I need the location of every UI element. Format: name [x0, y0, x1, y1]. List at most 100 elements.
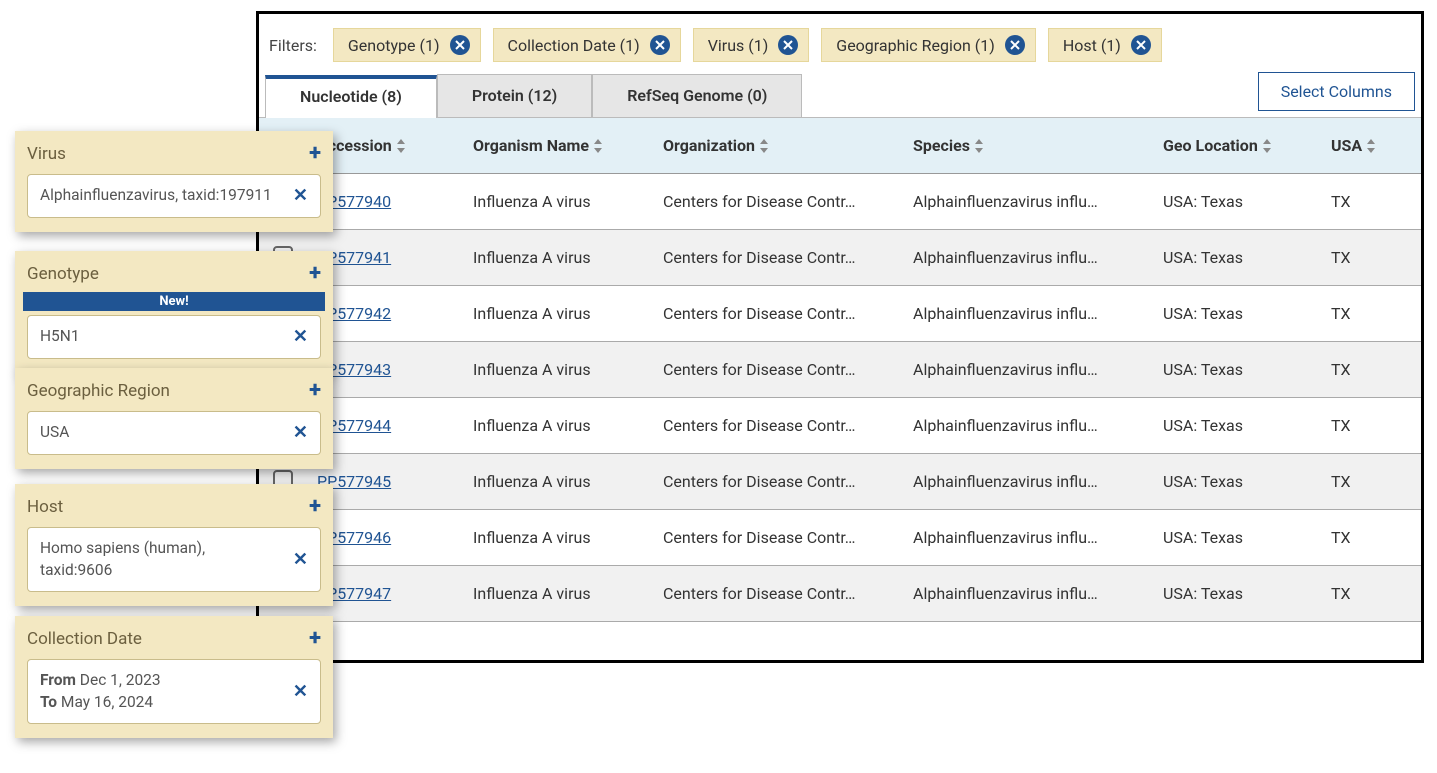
sort-icon	[1366, 136, 1376, 155]
filter-card-geographic-region: Geographic Region + USA ✕	[15, 368, 333, 469]
cell-usa: TX	[1331, 248, 1401, 267]
table-row: PP577943 Influenza A virus Centers for D…	[259, 342, 1421, 398]
filter-chip-host[interactable]: Host (1)	[1048, 28, 1162, 62]
filter-card-title: Virus	[27, 144, 66, 164]
clear-icon[interactable]: ✕	[293, 185, 308, 206]
sort-icon	[396, 136, 406, 155]
cell-geo: USA: Texas	[1163, 416, 1331, 435]
cell-geo: USA: Texas	[1163, 528, 1331, 547]
remove-icon[interactable]	[778, 35, 798, 55]
filter-card-value[interactable]: Alphainfluenzavirus, taxid:197911 ✕	[27, 174, 321, 218]
filter-chip-genotype[interactable]: Genotype (1)	[333, 28, 481, 62]
cell-organization: Centers for Disease Contr…	[663, 472, 913, 491]
cell-organization: Centers for Disease Contr…	[663, 248, 913, 267]
from-label: From	[40, 671, 76, 689]
cell-usa: TX	[1331, 528, 1401, 547]
cell-organization: Centers for Disease Contr…	[663, 192, 913, 211]
filter-card-title: Host	[27, 497, 63, 517]
tab-nucleotide[interactable]: Nucleotide (8)	[265, 75, 437, 118]
plus-icon[interactable]: +	[309, 378, 321, 403]
cell-organism: Influenza A virus	[473, 472, 663, 491]
col-accession[interactable]: Accession	[317, 136, 473, 155]
col-organism-name[interactable]: Organism Name	[473, 136, 663, 155]
cell-species: Alphainfluenzavirus influ…	[913, 528, 1163, 547]
sort-icon	[974, 136, 984, 155]
cell-organism: Influenza A virus	[473, 192, 663, 211]
tabs-row: Nucleotide (8) Protein (12) RefSeq Genom…	[259, 74, 1421, 118]
tab-protein[interactable]: Protein (12)	[437, 74, 592, 117]
cell-organism: Influenza A virus	[473, 304, 663, 323]
col-geo-location[interactable]: Geo Location	[1163, 136, 1331, 155]
remove-icon[interactable]	[450, 35, 470, 55]
table-row: PP577946 Influenza A virus Centers for D…	[259, 510, 1421, 566]
cell-organization: Centers for Disease Contr…	[663, 584, 913, 603]
filter-card-value[interactable]: USA ✕	[27, 411, 321, 455]
cell-species: Alphainfluenzavirus influ…	[913, 248, 1163, 267]
cell-usa: TX	[1331, 584, 1401, 603]
cell-organism: Influenza A virus	[473, 416, 663, 435]
cell-organism: Influenza A virus	[473, 584, 663, 603]
col-usa[interactable]: USA	[1331, 136, 1401, 155]
cell-geo: USA: Texas	[1163, 304, 1331, 323]
cell-geo: USA: Texas	[1163, 472, 1331, 491]
table-row: PP577944 Influenza A virus Centers for D…	[259, 398, 1421, 454]
cell-species: Alphainfluenzavirus influ…	[913, 472, 1163, 491]
cell-species: Alphainfluenzavirus influ…	[913, 416, 1163, 435]
cell-usa: TX	[1331, 416, 1401, 435]
cell-species: Alphainfluenzavirus influ…	[913, 304, 1163, 323]
filter-card-collection-date: Collection Date + From Dec 1, 2023 To Ma…	[15, 616, 333, 738]
filter-chip-label: Collection Date (1)	[508, 36, 640, 55]
cell-geo: USA: Texas	[1163, 584, 1331, 603]
cell-species: Alphainfluenzavirus influ…	[913, 192, 1163, 211]
select-columns-button[interactable]: Select Columns	[1258, 72, 1415, 111]
cell-usa: TX	[1331, 192, 1401, 211]
filter-chip-label: Geographic Region (1)	[836, 36, 995, 55]
cell-organization: Centers for Disease Contr…	[663, 416, 913, 435]
remove-icon[interactable]	[1131, 35, 1151, 55]
cell-geo: USA: Texas	[1163, 192, 1331, 211]
results-table: Accession Organism Name Organization Spe…	[259, 118, 1421, 622]
filters-row: Filters: Genotype (1) Collection Date (1…	[259, 14, 1421, 74]
filter-card-value[interactable]: From Dec 1, 2023 To May 16, 2024 ✕	[27, 659, 321, 724]
cell-organization: Centers for Disease Contr…	[663, 304, 913, 323]
clear-icon[interactable]: ✕	[293, 422, 308, 443]
col-species[interactable]: Species	[913, 136, 1163, 155]
filter-card-virus: Virus + Alphainfluenzavirus, taxid:19791…	[15, 131, 333, 232]
filter-chip-collection-date[interactable]: Collection Date (1)	[493, 28, 681, 62]
cell-organism: Influenza A virus	[473, 360, 663, 379]
plus-icon[interactable]: +	[309, 261, 321, 286]
cell-organism: Influenza A virus	[473, 248, 663, 267]
sort-icon	[593, 136, 603, 155]
clear-icon[interactable]: ✕	[293, 681, 308, 702]
cell-species: Alphainfluenzavirus influ…	[913, 360, 1163, 379]
plus-icon[interactable]: +	[309, 141, 321, 166]
cell-organization: Centers for Disease Contr…	[663, 528, 913, 547]
remove-icon[interactable]	[650, 35, 670, 55]
sort-icon	[1262, 136, 1272, 155]
filters-label: Filters:	[269, 36, 317, 55]
filter-card-value[interactable]: H5N1 ✕	[27, 315, 321, 359]
filter-card-value[interactable]: Homo sapiens (human), taxid:9606 ✕	[27, 527, 321, 592]
tab-refseq-genome[interactable]: RefSeq Genome (0)	[592, 74, 802, 117]
clear-icon[interactable]: ✕	[293, 326, 308, 347]
table-header: Accession Organism Name Organization Spe…	[259, 118, 1421, 174]
main-frame: Filters: Genotype (1) Collection Date (1…	[256, 11, 1424, 663]
cell-species: Alphainfluenzavirus influ…	[913, 584, 1163, 603]
table-row: PP577940 Influenza A virus Centers for D…	[259, 174, 1421, 230]
clear-icon[interactable]: ✕	[293, 549, 308, 570]
plus-icon[interactable]: +	[309, 626, 321, 651]
remove-icon[interactable]	[1005, 35, 1025, 55]
plus-icon[interactable]: +	[309, 494, 321, 519]
cell-geo: USA: Texas	[1163, 360, 1331, 379]
filter-chip-virus[interactable]: Virus (1)	[693, 28, 810, 62]
col-organization[interactable]: Organization	[663, 136, 913, 155]
table-row: PP577941 Influenza A virus Centers for D…	[259, 230, 1421, 286]
filter-card-host: Host + Homo sapiens (human), taxid:9606 …	[15, 484, 333, 606]
filter-card-genotype: Genotype + New! H5N1 ✕	[15, 251, 333, 373]
filter-chip-geographic-region[interactable]: Geographic Region (1)	[821, 28, 1036, 62]
to-value: May 16, 2024	[61, 693, 153, 711]
from-value: Dec 1, 2023	[80, 671, 161, 689]
table-row: PP577945 Influenza A virus Centers for D…	[259, 454, 1421, 510]
filter-chip-label: Genotype (1)	[348, 36, 440, 55]
filter-card-title: Collection Date	[27, 629, 142, 649]
